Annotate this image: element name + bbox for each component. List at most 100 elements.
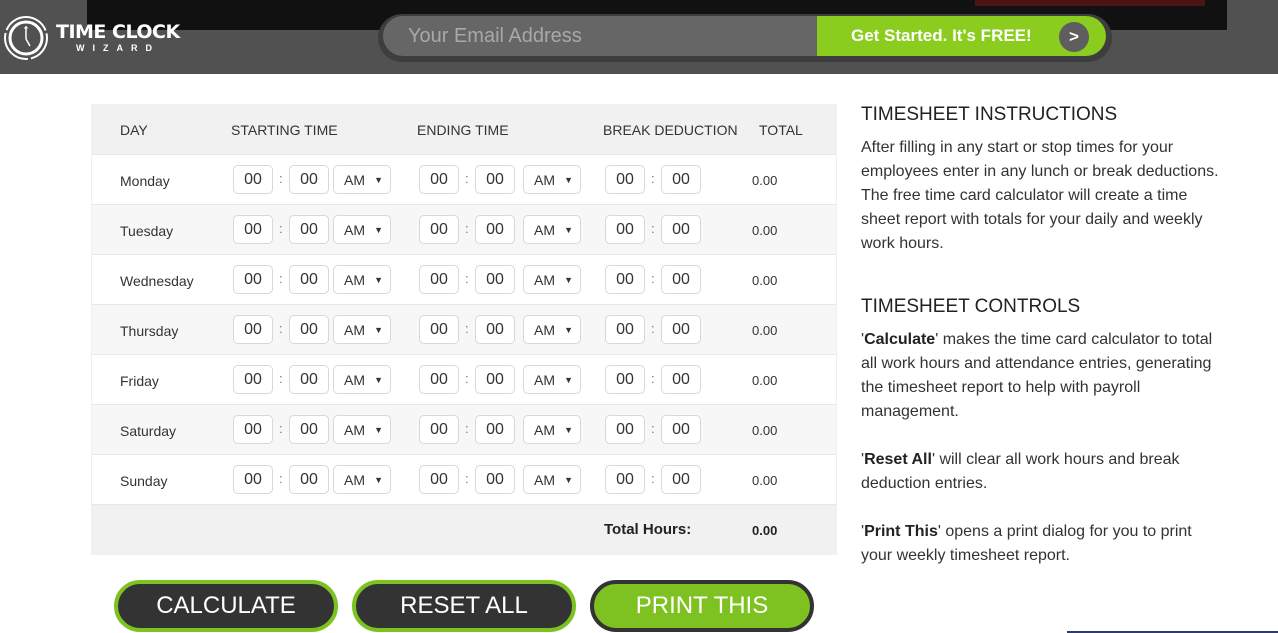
- calculate-button[interactable]: CALCULATE: [114, 580, 338, 632]
- end-minute-input[interactable]: [475, 465, 515, 494]
- start-minute-input[interactable]: [289, 465, 329, 494]
- break-hour-input[interactable]: [605, 465, 645, 494]
- column-header-ending-time: ENDING TIME: [417, 122, 509, 138]
- start-minute-input[interactable]: [289, 315, 329, 344]
- time-separator: :: [279, 421, 283, 436]
- day-total: 0.00: [752, 373, 778, 388]
- start-ampm-value: AM: [344, 172, 365, 188]
- end-ampm-select[interactable]: AM ▼: [523, 165, 581, 194]
- logo[interactable]: TIME CLOCK WIZARD: [2, 14, 180, 62]
- end-hour-input[interactable]: [419, 265, 459, 294]
- day-total: 0.00: [752, 473, 778, 488]
- end-ampm-select[interactable]: AM ▼: [523, 265, 581, 294]
- break-minute-input[interactable]: [661, 165, 701, 194]
- day-label: Saturday: [120, 423, 177, 439]
- break-minute-input[interactable]: [661, 465, 701, 494]
- start-minute-input[interactable]: [289, 365, 329, 394]
- end-minute-input[interactable]: [475, 215, 515, 244]
- end-ampm-select[interactable]: AM ▼: [523, 215, 581, 244]
- start-ampm-select[interactable]: AM ▼: [333, 265, 391, 294]
- end-hour-input[interactable]: [419, 165, 459, 194]
- end-hour-input[interactable]: [419, 365, 459, 394]
- end-minute-input[interactable]: [475, 265, 515, 294]
- break-hour-input[interactable]: [605, 165, 645, 194]
- table-header: DAY STARTING TIME ENDING TIME BREAK DEDU…: [92, 105, 836, 155]
- time-separator: :: [651, 221, 655, 236]
- time-separator: :: [651, 421, 655, 436]
- end-ampm-select[interactable]: AM ▼: [523, 415, 581, 444]
- chevron-down-icon: ▼: [374, 325, 383, 335]
- clock-logo-icon: [4, 16, 48, 60]
- control-description-calculate: 'Calculate' makes the time card calculat…: [861, 331, 1213, 420]
- end-ampm-select[interactable]: AM ▼: [523, 465, 581, 494]
- end-ampm-value: AM: [534, 372, 555, 388]
- time-separator: :: [279, 271, 283, 286]
- end-minute-input[interactable]: [475, 165, 515, 194]
- break-minute-input[interactable]: [661, 315, 701, 344]
- start-ampm-select[interactable]: AM ▼: [333, 315, 391, 344]
- break-minute-input[interactable]: [661, 415, 701, 444]
- chevron-down-icon: ▼: [564, 225, 573, 235]
- time-separator: :: [651, 321, 655, 336]
- chevron-down-icon: ▼: [564, 325, 573, 335]
- chevron-down-icon: ▼: [374, 275, 383, 285]
- start-minute-input[interactable]: [289, 415, 329, 444]
- start-hour-input[interactable]: [233, 265, 273, 294]
- break-minute-input[interactable]: [661, 365, 701, 394]
- end-hour-input[interactable]: [419, 465, 459, 494]
- start-ampm-value: AM: [344, 422, 365, 438]
- end-ampm-select[interactable]: AM ▼: [523, 365, 581, 394]
- break-hour-input[interactable]: [605, 315, 645, 344]
- logo-subtitle: WIZARD: [76, 43, 160, 53]
- break-minute-input[interactable]: [661, 215, 701, 244]
- control-description-reset: 'Reset All' will clear all work hours an…: [861, 451, 1180, 492]
- start-ampm-select[interactable]: AM ▼: [333, 215, 391, 244]
- control-name: Reset All: [864, 451, 932, 468]
- table-row: Sunday : AM ▼ : AM ▼ : 0.00: [92, 455, 836, 505]
- end-minute-input[interactable]: [475, 315, 515, 344]
- day-label: Sunday: [120, 473, 168, 489]
- time-separator: :: [465, 171, 469, 186]
- time-separator: :: [465, 271, 469, 286]
- time-separator: :: [465, 221, 469, 236]
- column-header-break-deduction: BREAK DEDUCTION: [603, 122, 738, 138]
- start-ampm-select[interactable]: AM ▼: [333, 465, 391, 494]
- start-ampm-select[interactable]: AM ▼: [333, 165, 391, 194]
- end-minute-input[interactable]: [475, 365, 515, 394]
- start-hour-input[interactable]: [233, 315, 273, 344]
- start-hour-input[interactable]: [233, 415, 273, 444]
- break-hour-input[interactable]: [605, 215, 645, 244]
- break-hour-input[interactable]: [605, 365, 645, 394]
- start-ampm-select[interactable]: AM ▼: [333, 415, 391, 444]
- chevron-down-icon: ▼: [374, 175, 383, 185]
- control-name: Calculate: [864, 331, 936, 348]
- break-hour-input[interactable]: [605, 265, 645, 294]
- chevron-down-icon: ▼: [374, 425, 383, 435]
- start-hour-input[interactable]: [233, 165, 273, 194]
- end-hour-input[interactable]: [419, 315, 459, 344]
- end-hour-input[interactable]: [419, 415, 459, 444]
- end-minute-input[interactable]: [475, 415, 515, 444]
- start-ampm-value: AM: [344, 322, 365, 338]
- start-hour-input[interactable]: [233, 365, 273, 394]
- time-separator: :: [465, 471, 469, 486]
- print-this-button[interactable]: PRINT THIS: [590, 580, 814, 632]
- reset-all-button[interactable]: RESET ALL: [352, 580, 576, 632]
- table-row: Thursday : AM ▼ : AM ▼ : 0.00: [92, 305, 836, 355]
- time-separator: :: [279, 221, 283, 236]
- start-ampm-select[interactable]: AM ▼: [333, 365, 391, 394]
- table-row: Wednesday : AM ▼ : AM ▼ : 0.00: [92, 255, 836, 305]
- time-separator: :: [651, 271, 655, 286]
- start-minute-input[interactable]: [289, 165, 329, 194]
- start-hour-input[interactable]: [233, 465, 273, 494]
- arrow-right-icon[interactable]: >: [1059, 22, 1089, 52]
- break-minute-input[interactable]: [661, 265, 701, 294]
- start-hour-input[interactable]: [233, 215, 273, 244]
- day-total: 0.00: [752, 223, 778, 238]
- start-minute-input[interactable]: [289, 265, 329, 294]
- email-input[interactable]: [383, 16, 819, 56]
- start-minute-input[interactable]: [289, 215, 329, 244]
- break-hour-input[interactable]: [605, 415, 645, 444]
- end-ampm-select[interactable]: AM ▼: [523, 315, 581, 344]
- end-hour-input[interactable]: [419, 215, 459, 244]
